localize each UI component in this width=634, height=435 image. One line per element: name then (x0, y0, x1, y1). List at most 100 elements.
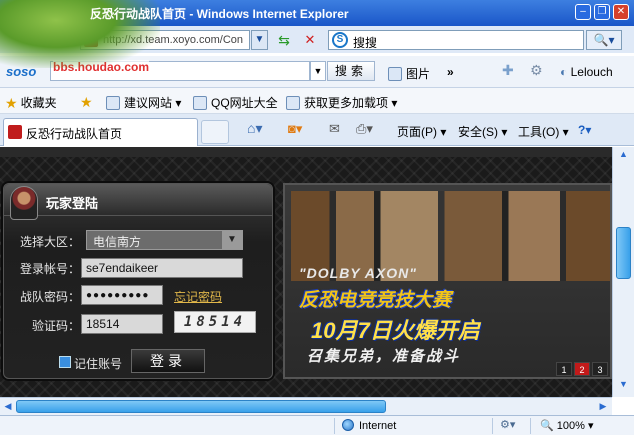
login-button[interactable]: 登录 (131, 349, 205, 373)
tab-label: 反恐行动战队首页 (26, 127, 123, 141)
favorites-item-label: 建议网站 ▾ (124, 96, 182, 110)
site-top-strip (0, 147, 612, 157)
status-bar: Internet ⚙▾ 🔍 100% ▾ (0, 415, 634, 435)
soso-toolbar: soso bbs.houdao.com ▼ 搜索 图片 » ✚ ⚙ ◐ Lelo… (0, 56, 634, 88)
tab-bar: 反恐行动战队首页 ⌂▾ ◙▾ ✉ ⎙▾ 页面(P) ▾ 安全(S) ▾ 工具(O… (0, 114, 634, 146)
player-avatar (10, 186, 38, 220)
status-divider (334, 418, 335, 434)
star-icon: ★ (5, 95, 18, 111)
banner-page-1[interactable]: 1 (556, 362, 572, 376)
ie-page-icon (286, 96, 300, 110)
picture-icon (388, 67, 402, 81)
tab-active[interactable]: 反恐行动战队首页 (3, 118, 198, 146)
soso-search-icon: S (332, 32, 348, 48)
qq-page-icon (193, 96, 207, 110)
banner-page-3[interactable]: 3 (592, 362, 608, 376)
address-text: http://xd.team.xoyo.com/Con (103, 34, 244, 46)
vertical-scrollbar[interactable]: ▲ ▼ (612, 147, 634, 397)
zone-label: Internet (359, 420, 397, 432)
banner-sponsor: "DOLBY AXON" (299, 265, 417, 281)
account-input[interactable]: se7endaikeer (81, 258, 243, 278)
user-name: Lelouch (570, 65, 613, 79)
zoom-level: 100% (556, 420, 585, 432)
tab-favicon-icon (8, 125, 22, 139)
soso-search-button[interactable]: 搜索 (327, 61, 375, 81)
page-content: 玩家登陆 选择大区： 电信南方 ▼ 登录帐号： se7endaikeer 战队密… (0, 147, 612, 397)
favorites-bar: ★ 收藏夹 ★ 建议网站 ▾ QQ网址大全 获取更多加载项 ▾ (0, 88, 634, 114)
user-button[interactable]: ◐ Lelouch (560, 65, 613, 79)
toolbar-more-button[interactable]: » (447, 65, 454, 79)
banner-call: 召集兄弟，准备战斗 (307, 348, 461, 365)
event-banner[interactable]: "DOLBY AXON" 反恐电竞竞技大赛 10月7日火爆开启 召集兄弟，准备战… (283, 183, 612, 379)
restore-button[interactable]: ❐ (594, 4, 610, 20)
protected-mode-icon[interactable]: ⚙▾ (500, 418, 515, 431)
close-button[interactable]: ✕ (613, 4, 629, 20)
horizontal-scrollbar[interactable]: ◀ ▶ (0, 397, 612, 415)
password-label: 战队密码： (20, 290, 81, 304)
remember-label: 记住账号 (74, 357, 123, 371)
rss-icon[interactable]: ◙▾ (288, 121, 302, 137)
stop-button[interactable]: ✕ (299, 29, 321, 51)
favorites-item-label: QQ网址大全 (211, 96, 278, 110)
add-favorite-icon: ★ (80, 94, 93, 110)
picture-label: 图片 (406, 67, 431, 81)
soso-dropdown-button[interactable]: ▼ (310, 61, 326, 81)
gear-icon[interactable]: ⚙ (530, 62, 543, 79)
print-icon[interactable]: ⎙▾ (356, 121, 373, 137)
picture-button[interactable]: 图片 (388, 65, 430, 82)
page-menu[interactable]: 页面(P) ▾ (397, 123, 446, 140)
security-zone: Internet (342, 419, 396, 432)
globe-icon (342, 419, 354, 431)
window-title: 反恐行动战队首页 - Windows Internet Explorer (90, 7, 349, 21)
zoom-button[interactable]: 🔍 100% ▾ (540, 419, 593, 432)
login-title: 玩家登陆 (46, 196, 99, 211)
address-toolbar: http://xd.team.xoyo.com/Con ▼ ⇆ ✕ S 搜搜 🔍… (0, 26, 634, 53)
safety-menu[interactable]: 安全(S) ▾ (458, 123, 507, 140)
vertical-scroll-thumb[interactable] (616, 227, 631, 279)
tools-menu[interactable]: 工具(O) ▾ (518, 123, 569, 140)
mail-icon[interactable]: ✉ (329, 121, 340, 137)
add-favorite-button[interactable]: ★ (80, 94, 96, 111)
favorites-item-suggested[interactable]: 建议网站 ▾ (106, 94, 181, 111)
magnifier-icon: 🔍 (540, 420, 554, 432)
new-tab-button[interactable] (201, 120, 229, 144)
banner-event-title: 反恐电竞竞技大赛 (299, 290, 452, 311)
server-value: 电信南方 (93, 235, 142, 249)
title-bar: 反恐行动战队首页 - Windows Internet Explorer – ❐… (0, 0, 634, 68)
chevron-down-icon: ▼ (222, 231, 242, 249)
scroll-up-icon[interactable]: ▲ (615, 149, 632, 165)
user-icon: ◐ (560, 65, 568, 79)
password-input[interactable]: ●●●●●●●●● (81, 285, 163, 305)
remember-checkbox[interactable] (59, 356, 71, 368)
add-icon[interactable]: ✚ (502, 62, 514, 79)
search-text: 搜搜 (353, 36, 378, 50)
status-divider (530, 418, 531, 434)
server-label: 选择大区： (20, 235, 81, 249)
search-button[interactable]: 🔍▾ (586, 30, 622, 50)
scroll-left-icon[interactable]: ◀ (1, 399, 15, 414)
favorites-item-qq[interactable]: QQ网址大全 (193, 94, 278, 111)
favorites-item-addons[interactable]: 获取更多加载项 ▾ (286, 94, 397, 111)
minimize-button[interactable]: – (575, 4, 591, 20)
favorites-button[interactable]: ★ 收藏夹 (5, 94, 57, 112)
help-menu[interactable]: ?▾ (578, 123, 591, 137)
login-panel: 玩家登陆 选择大区： 电信南方 ▼ 登录帐号： se7endaikeer 战队密… (3, 183, 273, 379)
scroll-right-icon[interactable]: ▶ (596, 399, 610, 414)
status-divider (492, 418, 493, 434)
horizontal-scroll-thumb[interactable] (16, 400, 386, 413)
banner-page-2[interactable]: 2 (574, 362, 590, 376)
server-select[interactable]: 电信南方 ▼ (86, 230, 243, 250)
captcha-image[interactable]: 18514 (174, 311, 256, 333)
soso-search-input[interactable]: bbs.houdao.com (50, 60, 310, 81)
scroll-down-icon[interactable]: ▼ (615, 379, 632, 395)
captcha-input[interactable]: 18514 (81, 314, 163, 334)
address-input[interactable]: http://xd.team.xoyo.com/Con (80, 30, 250, 50)
login-header: 玩家登陆 (4, 184, 272, 220)
forgot-password-link[interactable]: 忘记密码 (174, 288, 222, 305)
address-dropdown-button[interactable]: ▼ (251, 30, 268, 50)
page-favicon-icon (84, 33, 98, 47)
refresh-button[interactable]: ⇆ (273, 29, 295, 51)
home-icon[interactable]: ⌂▾ (247, 120, 262, 137)
search-input[interactable]: S 搜搜 (328, 30, 584, 50)
forum-watermark: bbs.houdao.com (53, 60, 149, 74)
